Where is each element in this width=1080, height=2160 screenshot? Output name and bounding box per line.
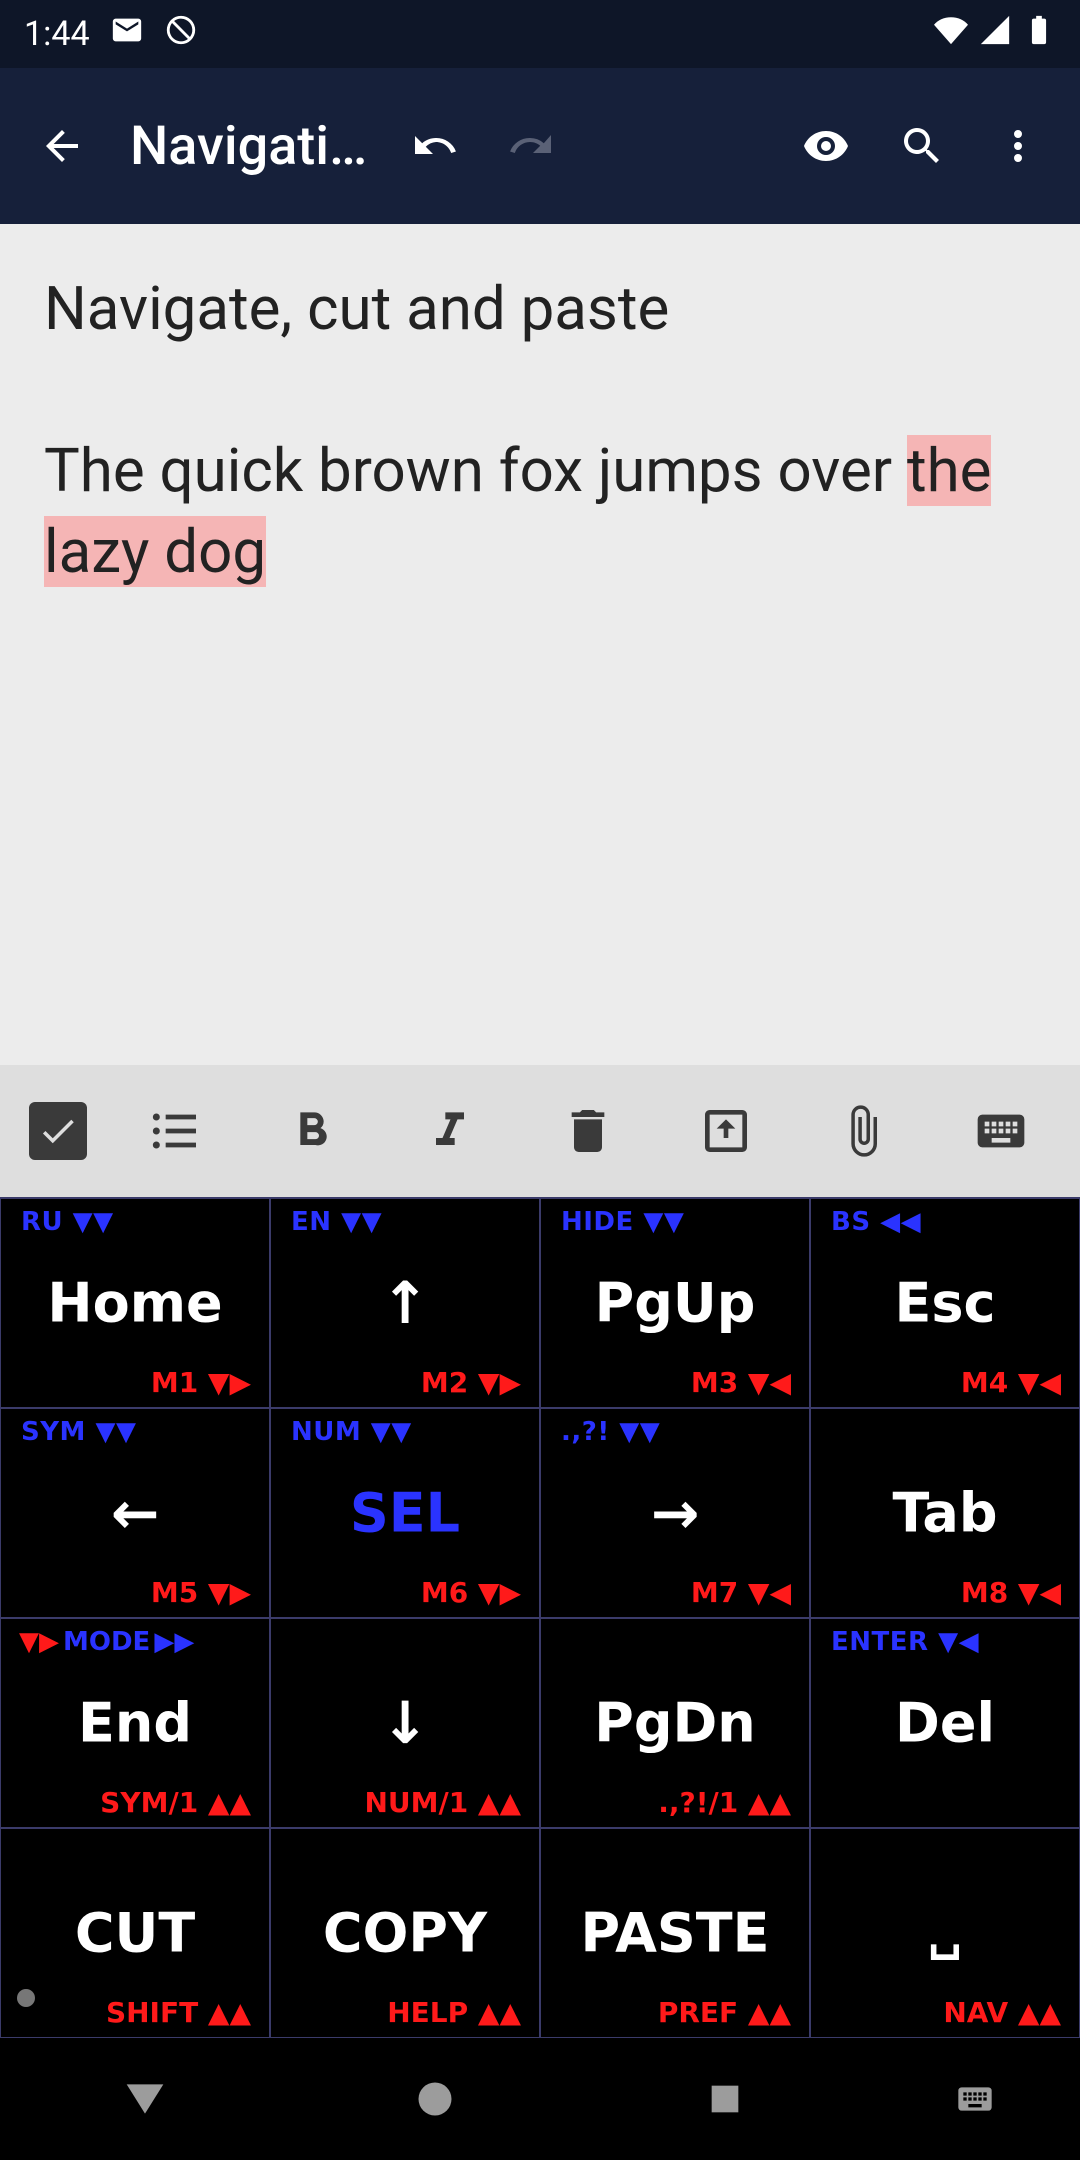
delete-button[interactable] [538,1081,638,1181]
editor-line-1: Navigate, cut and paste [44,268,1036,349]
key-del[interactable]: ENTER ▼◀Del [810,1618,1080,1828]
redo-button[interactable] [483,98,579,194]
search-button[interactable] [874,98,970,194]
nav-keyboard-switch-button[interactable] [915,2079,1035,2119]
italic-button[interactable] [400,1081,500,1181]
key-cut[interactable]: CUTSHIFT ▲▲ [0,1828,270,2038]
export-button[interactable] [676,1081,776,1181]
key-[interactable]: ↓NUM/1 ▲▲ [270,1618,540,1828]
key-home[interactable]: RU ▼▼HomeM1 ▼▶ [0,1198,270,1408]
bold-button[interactable] [262,1081,362,1181]
key-paste[interactable]: PASTEPREF ▲▲ [540,1828,810,2038]
key-end[interactable]: ▼▶MODE▶▶EndSYM/1 ▲▲ [0,1618,270,1828]
editor-line-2: The quick brown fox jumps over the lazy … [44,430,1036,592]
do-not-disturb-icon [164,13,198,56]
key-pgup[interactable]: HIDE ▼▼PgUpM3 ▼◀ [540,1198,810,1408]
attach-button[interactable] [813,1081,913,1181]
key-[interactable]: EN ▼▼↑M2 ▼▶ [270,1198,540,1408]
keyboard: RU ▼▼HomeM1 ▼▶EN ▼▼↑M2 ▼▶HIDE ▼▼PgUpM3 ▼… [0,1197,1080,2038]
key-[interactable]: SYM ▼▼←M5 ▼▶ [0,1408,270,1618]
bullet-list-button[interactable] [125,1081,225,1181]
editor-area[interactable]: Navigate, cut and paste The quick brown … [0,224,1080,1065]
nav-home-button[interactable] [335,2077,535,2121]
page-title: Navigati… [130,115,367,178]
key-[interactable]: ␣NAV ▲▲ [810,1828,1080,2038]
android-nav-bar [0,2038,1080,2160]
cell-signal-icon [978,13,1012,56]
back-button[interactable] [14,98,110,194]
checklist-button[interactable] [29,1102,87,1160]
keyboard-button[interactable] [951,1081,1051,1181]
status-time: 1:44 [24,14,90,54]
status-bar: 1:44 [0,0,1080,68]
key-[interactable]: .,?! ▼▼→M7 ▼◀ [540,1408,810,1618]
key-tab[interactable]: TabM8 ▼◀ [810,1408,1080,1618]
preview-button[interactable] [778,98,874,194]
key-esc[interactable]: BS ◀◀EscM4 ▼◀ [810,1198,1080,1408]
nav-back-button[interactable] [45,2077,245,2121]
more-button[interactable] [970,98,1066,194]
nav-recent-button[interactable] [625,2079,825,2119]
editor-text: The quick brown fox jumps over [44,435,907,506]
key-sel[interactable]: NUM ▼▼SELM6 ▼▶ [270,1408,540,1618]
undo-button[interactable] [387,98,483,194]
key-pgdn[interactable]: PgDn.,?!/1 ▲▲ [540,1618,810,1828]
battery-icon [1022,13,1056,56]
key-copy[interactable]: COPYHELP ▲▲ [270,1828,540,2038]
voice-input-icon[interactable] [17,1989,35,2007]
wifi-icon [934,13,968,56]
app-bar: Navigati… [0,68,1080,224]
mail-icon [110,13,144,56]
format-toolbar [0,1065,1080,1197]
